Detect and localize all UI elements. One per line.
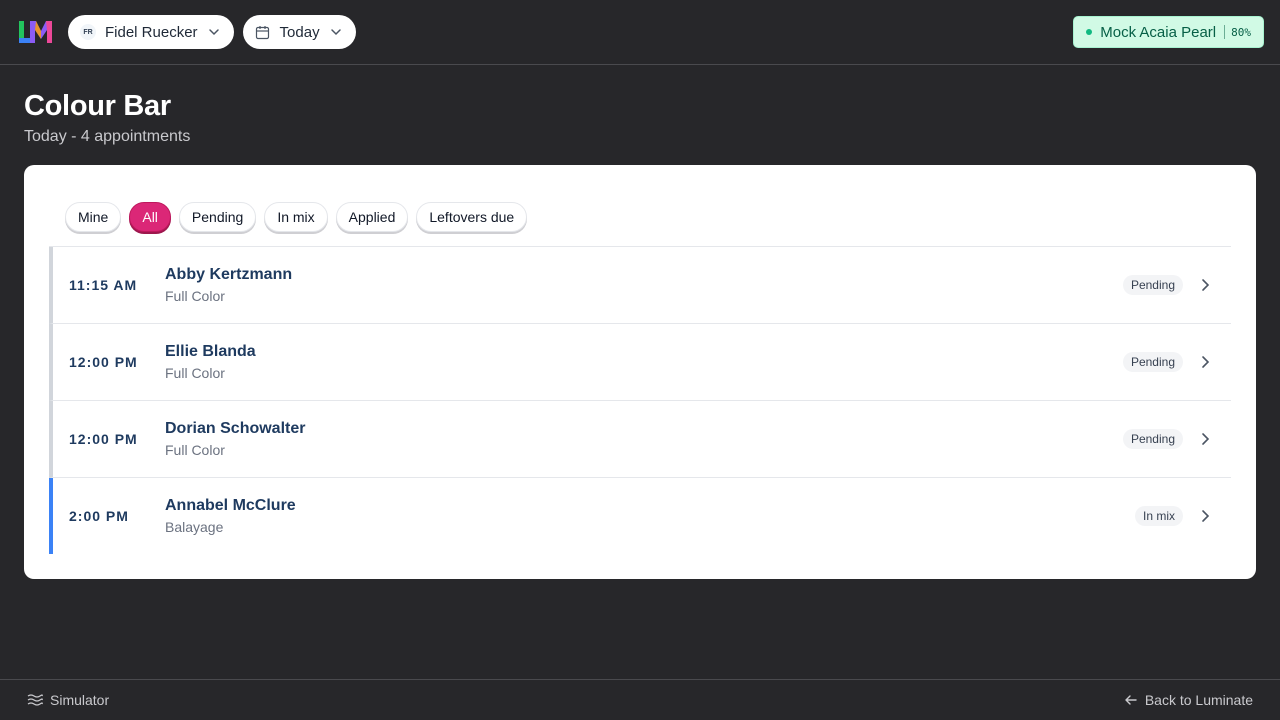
top-bar: FR Fidel Ruecker Today Mock Acaia Pearl …: [0, 0, 1280, 65]
avatar: FR: [80, 24, 96, 40]
filter-applied[interactable]: Applied: [335, 202, 409, 232]
chevron-right-icon: [1199, 355, 1211, 369]
appointment-row[interactable]: 12:00 PM Dorian Schowalter Full Color Pe…: [49, 401, 1231, 478]
appointment-row[interactable]: 11:15 AM Abby Kertzmann Full Color Pendi…: [49, 247, 1231, 324]
appointments-card: Mine All Pending In mix Applied Leftover…: [24, 165, 1256, 579]
waves-icon: [27, 694, 43, 706]
date-label: Today: [279, 23, 320, 41]
chevron-down-icon: [330, 26, 342, 38]
status-badge: Pending: [1122, 352, 1183, 372]
date-select[interactable]: Today: [242, 15, 356, 49]
appointment-client: Annabel McClure Balayage: [165, 497, 296, 535]
filter-tabs: Mine All Pending In mix Applied Leftover…: [65, 202, 535, 232]
chevron-right-icon: [1199, 432, 1211, 446]
filter-mine[interactable]: Mine: [65, 202, 122, 232]
client-name: Annabel McClure: [165, 497, 296, 514]
footer-bar: Simulator Back to Luminate: [0, 679, 1280, 720]
appointment-time: 2:00 PM: [69, 508, 129, 524]
filter-all[interactable]: All: [129, 202, 171, 232]
appointment-client: Abby Kertzmann Full Color: [165, 266, 292, 304]
divider: [1224, 25, 1226, 39]
chevron-right-icon: [1199, 509, 1211, 523]
service-name: Balayage: [165, 519, 224, 535]
scale-name: Mock Acaia Pearl: [1100, 23, 1217, 41]
arrow-left-icon: [1125, 695, 1137, 705]
appointment-time: 11:15 AM: [69, 277, 138, 293]
appointment-time: 12:00 PM: [69, 354, 138, 370]
stylist-name: Fidel Ruecker: [105, 23, 198, 41]
chevron-right-icon: [1199, 278, 1211, 292]
appointment-list: 11:15 AM Abby Kertzmann Full Color Pendi…: [49, 246, 1231, 554]
client-name: Ellie Blanda: [165, 343, 256, 360]
appointment-row[interactable]: 2:00 PM Annabel McClure Balayage In mix: [49, 478, 1231, 554]
service-name: Full Color: [165, 442, 225, 458]
appointment-client: Dorian Schowalter Full Color: [165, 420, 305, 458]
page-subtitle: Today - 4 appointments: [24, 128, 191, 145]
service-name: Full Color: [165, 365, 225, 381]
status-badge: Pending: [1122, 275, 1183, 295]
filter-pending[interactable]: Pending: [178, 202, 257, 232]
scale-status-chip[interactable]: Mock Acaia Pearl 80%: [1073, 16, 1264, 48]
status-badge: Pending: [1122, 429, 1183, 449]
connected-dot-icon: [1086, 29, 1093, 35]
filter-leftovers-due[interactable]: Leftovers due: [416, 202, 528, 232]
chevron-down-icon: [208, 26, 220, 38]
simulator-button[interactable]: Simulator: [27, 692, 109, 708]
service-name: Full Color: [165, 288, 225, 304]
back-to-luminate-link[interactable]: Back to Luminate: [1124, 692, 1253, 708]
stylist-select[interactable]: FR Fidel Ruecker: [68, 15, 234, 49]
appointment-client: Ellie Blanda Full Color: [165, 343, 256, 381]
luminate-logo-icon[interactable]: [18, 19, 54, 45]
filter-in-mix[interactable]: In mix: [264, 202, 328, 232]
client-name: Abby Kertzmann: [165, 266, 293, 283]
scale-battery: 80%: [1231, 25, 1251, 39]
calendar-icon: [255, 25, 270, 40]
back-label: Back to Luminate: [1144, 692, 1253, 708]
client-name: Dorian Schowalter: [165, 420, 306, 437]
appointment-time: 12:00 PM: [69, 431, 138, 447]
page-title: Colour Bar: [24, 90, 171, 122]
appointment-row[interactable]: 12:00 PM Ellie Blanda Full Color Pending: [49, 324, 1231, 401]
status-badge: In mix: [1134, 506, 1183, 526]
simulator-label: Simulator: [50, 692, 110, 708]
